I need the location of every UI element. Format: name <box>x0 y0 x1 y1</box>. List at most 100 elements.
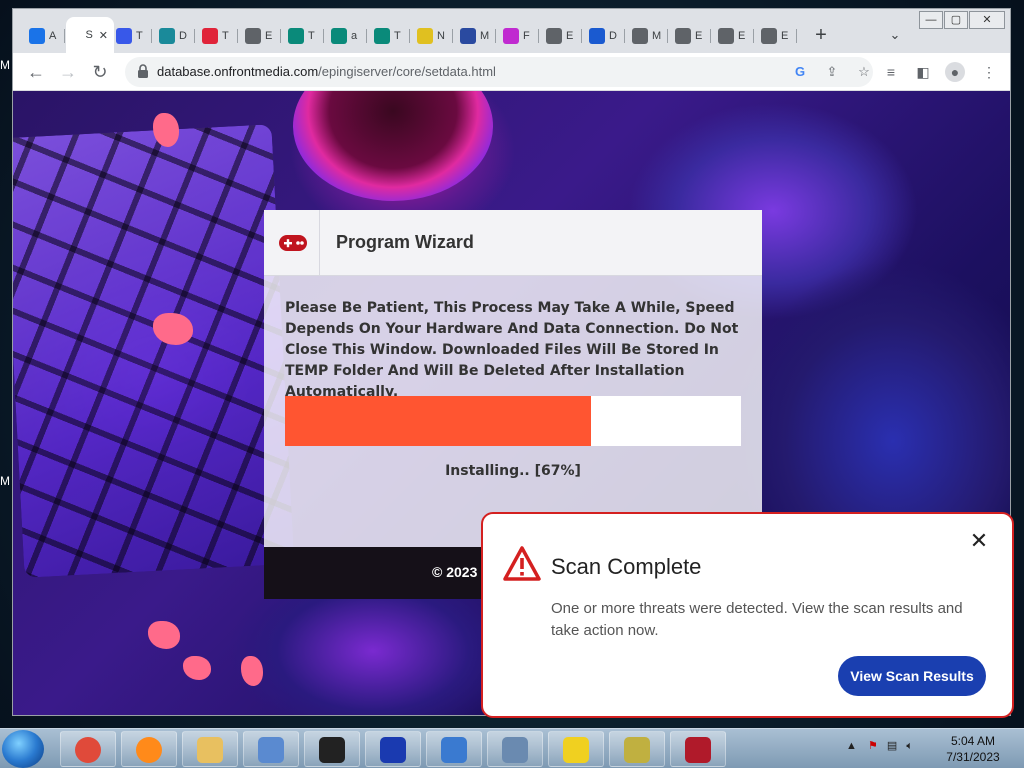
tab-separator <box>64 29 65 43</box>
forward-button[interactable]: → <box>56 60 80 84</box>
taskbar-app-shield[interactable] <box>426 731 482 767</box>
taskbar-app-puzzle[interactable] <box>548 731 604 767</box>
candy-decoration <box>241 656 263 686</box>
tab[interactable]: D <box>583 21 625 51</box>
wordpress-icon <box>116 28 132 44</box>
side-panel-icon[interactable]: ◧ <box>913 62 933 82</box>
address-bar[interactable]: database.onfrontmedia.com/epingiserver/c… <box>125 57 873 87</box>
tab[interactable]: A <box>23 21 65 51</box>
tab[interactable]: E <box>540 21 582 51</box>
url-path: /epingiserver/core/setdata.html <box>318 64 496 79</box>
tab-separator <box>581 29 582 43</box>
tab[interactable]: T <box>368 21 410 51</box>
cloud-lock-icon <box>159 28 175 44</box>
taskbar-app-folder[interactable] <box>182 731 238 767</box>
tab-title: E <box>738 30 746 42</box>
tab-separator <box>151 29 152 43</box>
flag-icon[interactable]: ⚑ <box>868 740 878 752</box>
tab-title: T <box>136 30 143 42</box>
tab-separator <box>323 29 324 43</box>
taskbar-app-terminal[interactable] <box>304 731 360 767</box>
puzzle-icon <box>563 737 589 763</box>
minimize-button[interactable]: — <box>919 11 943 29</box>
tab[interactable]: F <box>497 21 539 51</box>
tab[interactable]: T <box>282 21 324 51</box>
play-icon <box>374 28 390 44</box>
wizard-icon-box <box>264 210 320 276</box>
taskbar-app-network[interactable] <box>609 731 665 767</box>
taskbar-app-app[interactable] <box>670 731 726 767</box>
url-text: database.onfrontmedia.com/epingiserver/c… <box>157 64 496 79</box>
tab-title: M <box>652 30 662 42</box>
tab[interactable]: D <box>153 21 195 51</box>
shield-icon <box>441 737 467 763</box>
tab[interactable]: E <box>712 21 754 51</box>
program-wizard-dialog: Program Wizard Please Be Patient, This P… <box>264 210 762 547</box>
taskbar-app-firefox[interactable] <box>121 731 177 767</box>
close-icon[interactable]: ✕ <box>967 530 991 554</box>
tab-title: N <box>437 30 445 42</box>
tab[interactable]: E <box>669 21 711 51</box>
tab-title: D <box>609 30 617 42</box>
volume-icon[interactable]: 🔈︎ <box>906 740 913 752</box>
tab-strip: + ⌄ — ▢ ✕ A S ✕ T D T E Ta T N M F E D M E E E <box>13 9 1010 53</box>
start-button[interactable] <box>2 730 44 768</box>
globe-icon <box>245 28 261 44</box>
tab[interactable]: M <box>626 21 668 51</box>
tab-title: E <box>781 30 789 42</box>
tab[interactable]: a <box>325 21 367 51</box>
taskbar-app-chrome[interactable] <box>60 731 116 767</box>
tab[interactable]: E <box>755 21 797 51</box>
gamepad-icon <box>279 235 307 251</box>
globe-icon <box>460 28 476 44</box>
tab[interactable]: T <box>196 21 238 51</box>
play-icon <box>331 28 347 44</box>
maximize-button[interactable]: ▢ <box>944 11 968 29</box>
tab-icon <box>72 27 81 43</box>
tab-title: A <box>49 30 57 42</box>
malwarebytes-icon <box>380 737 406 763</box>
system-tray: ▲ ⚑ ▤ 🔈︎ <box>846 739 913 753</box>
reading-list-icon[interactable]: ≡ <box>881 62 901 82</box>
folder-icon <box>197 737 223 763</box>
tab-separator <box>237 29 238 43</box>
popup-title: Scan Complete <box>551 554 702 579</box>
tab[interactable]: N <box>411 21 453 51</box>
wizard-message: Please Be Patient, This Process May Take… <box>285 300 739 400</box>
loading-icon <box>29 28 45 44</box>
url-host: database.onfrontmedia.com <box>157 64 319 79</box>
profile-avatar-icon[interactable]: ● <box>945 62 965 82</box>
tab[interactable]: M <box>454 21 496 51</box>
taskbar-app-malwarebytes[interactable] <box>365 731 421 767</box>
google-icon[interactable]: G <box>791 63 809 81</box>
close-window-button[interactable]: ✕ <box>969 11 1005 29</box>
tab[interactable]: T <box>110 21 152 51</box>
wizard-title: Program Wizard <box>336 232 474 252</box>
tab-close-icon[interactable]: ✕ <box>99 29 108 42</box>
tray-expand-icon[interactable]: ▲ <box>846 740 857 752</box>
share-icon[interactable]: ⇪ <box>823 63 841 81</box>
reload-button[interactable]: ↻ <box>88 60 112 84</box>
tab-separator <box>495 29 496 43</box>
chrome-icon <box>632 28 648 44</box>
progress-label: Installing.. [67%] <box>445 463 581 479</box>
chrome-icon <box>75 737 101 763</box>
opera-icon <box>202 28 218 44</box>
menu-kebab-icon[interactable]: ⋮ <box>979 62 999 82</box>
keyboard-background-image <box>13 124 295 578</box>
app-icon <box>685 737 711 763</box>
clock[interactable]: 5:04 AM 7/31/2023 <box>938 733 1008 765</box>
taskbar-app-security[interactable] <box>243 731 299 767</box>
candy-decoration <box>153 113 179 147</box>
tab-separator <box>624 29 625 43</box>
view-scan-results-button[interactable]: View Scan Results <box>838 656 986 696</box>
taskbar-app-installer[interactable] <box>487 731 543 767</box>
bookmark-star-icon[interactable]: ☆ <box>855 63 873 81</box>
tab-separator <box>667 29 668 43</box>
network-tray-icon[interactable]: ▤ <box>887 740 897 752</box>
tab-search-button[interactable]: ⌄ <box>885 25 905 45</box>
back-button[interactable]: ← <box>24 60 48 84</box>
tab[interactable]: S ✕ <box>66 17 114 53</box>
new-tab-button[interactable]: + <box>809 24 833 48</box>
tab[interactable]: E <box>239 21 281 51</box>
